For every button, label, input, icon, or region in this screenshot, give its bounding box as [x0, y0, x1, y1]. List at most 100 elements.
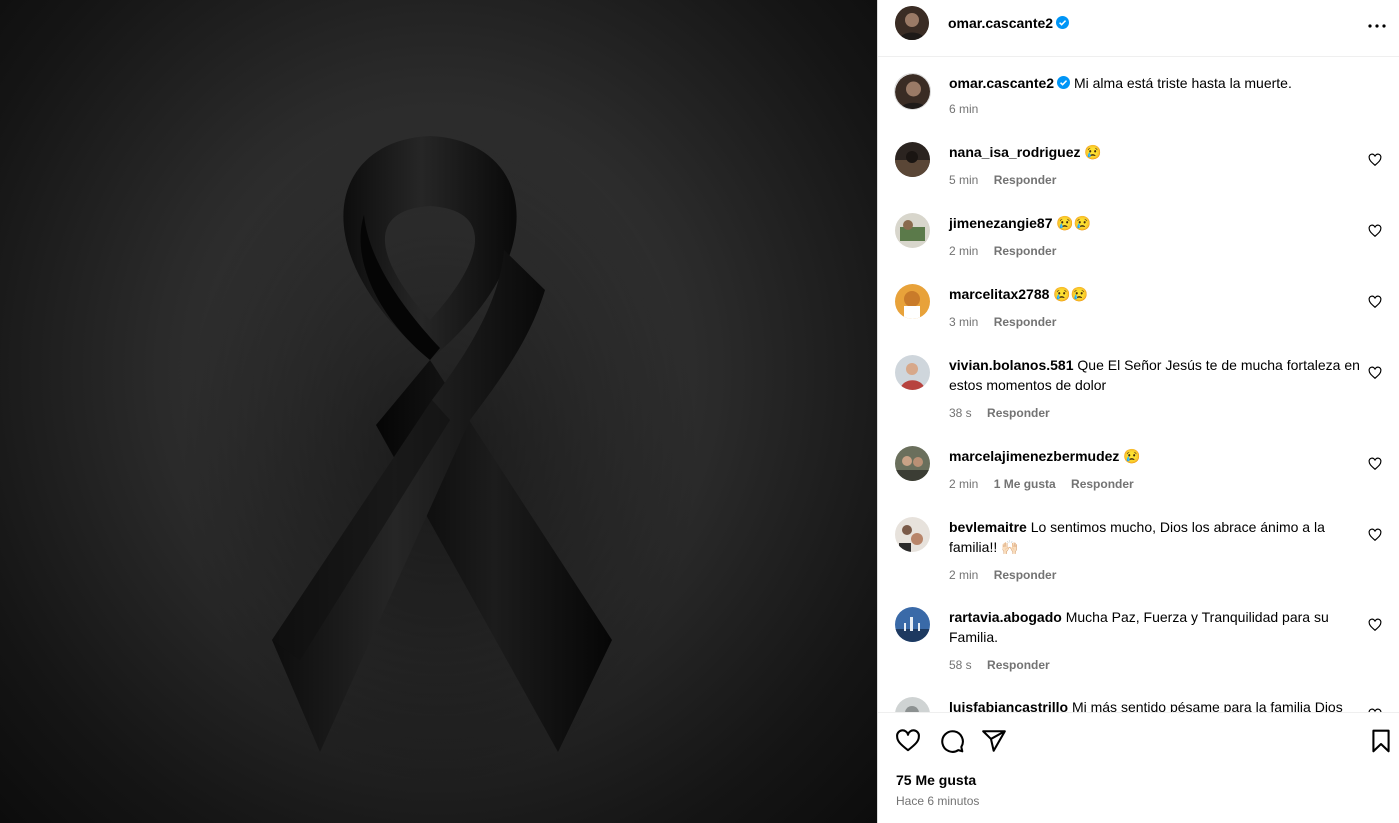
comment-username[interactable]: rartavia.abogado	[949, 609, 1062, 625]
comment-avatar[interactable]	[895, 446, 930, 481]
comment-meta: 5 min Responder	[949, 173, 1068, 187]
comment-avatar[interactable]	[895, 607, 930, 642]
verified-badge-icon	[1056, 16, 1070, 29]
comment-username[interactable]: luisfabiancastrillo	[949, 699, 1068, 712]
comment-body: marcelitax2788 😢😢	[949, 284, 1369, 304]
comment-avatar[interactable]	[895, 517, 930, 552]
caption-time: 6 min	[949, 102, 979, 116]
comment-text: 😢	[1084, 144, 1102, 160]
comment-avatar[interactable]	[895, 142, 930, 177]
reply-button[interactable]: Responder	[994, 244, 1057, 258]
avatar-photo-icon	[895, 284, 930, 319]
comment-username[interactable]: bevlemaitre	[949, 519, 1027, 535]
bookmark-icon[interactable]	[1368, 728, 1394, 754]
comment-item: rartavia.abogado Mucha Paz, Fuerza y Tra…	[878, 607, 1399, 687]
reply-button[interactable]: Responder	[1071, 477, 1134, 491]
post-timestamp[interactable]: Hace 6 minutos	[896, 794, 979, 808]
comment-username[interactable]: marcelajimenezbermudez	[949, 448, 1119, 464]
comment-time: 2 min	[949, 568, 979, 582]
author-avatar-icon	[895, 6, 929, 40]
comment-meta: 2 min Responder	[949, 244, 1068, 258]
comment-like-heart-icon[interactable]	[1368, 366, 1382, 380]
caption-meta: 6 min	[949, 102, 990, 116]
comment-username[interactable]: vivian.bolanos.581	[949, 357, 1074, 373]
post-image[interactable]	[0, 0, 877, 823]
comment-time: 3 min	[949, 315, 979, 329]
comment-body: nana_isa_rodriguez 😢	[949, 142, 1369, 162]
post-header: omar.cascante2	[878, 0, 1399, 57]
author-username[interactable]: omar.cascante2	[948, 15, 1070, 31]
verified-badge-icon	[1057, 76, 1071, 89]
comment-time: 58 s	[949, 658, 972, 672]
mourning-ribbon-image	[180, 110, 700, 790]
avatar-photo-icon	[895, 213, 930, 248]
comment-time: 2 min	[949, 477, 979, 491]
comment-body: luisfabiancastrillo Mi más sentido pésam…	[949, 697, 1369, 712]
comment-item: jimenezangie87 😢😢 2 min Responder	[878, 213, 1399, 273]
comment-meta: 58 s Responder	[949, 658, 1062, 672]
comment-icon[interactable]	[939, 728, 965, 754]
comment-meta: 2 min Responder	[949, 568, 1068, 582]
caption-text: Mi alma está triste hasta la muerte.	[1073, 75, 1292, 91]
comment-like-heart-icon[interactable]	[1368, 295, 1382, 309]
comment-avatar[interactable]	[895, 213, 930, 248]
caption-username[interactable]: omar.cascante2	[949, 75, 1054, 91]
author-avatar[interactable]	[895, 6, 929, 40]
comment-time: 38 s	[949, 406, 972, 420]
comments-list[interactable]: omar.cascante2 Mi alma está triste hasta…	[878, 57, 1399, 712]
avatar-photo-icon	[895, 142, 930, 177]
post-details-panel: omar.cascante2 omar.cascante2 Mi alma es…	[877, 0, 1399, 823]
comment-item: marcelitax2788 😢😢 3 min Responder	[878, 284, 1399, 344]
comment-avatar[interactable]	[895, 284, 930, 319]
reply-button[interactable]: Responder	[994, 315, 1057, 329]
avatar-photo-icon	[895, 607, 930, 642]
comment-item: luisfabiancastrillo Mi más sentido pésam…	[878, 697, 1399, 712]
caption-avatar[interactable]	[894, 73, 931, 110]
avatar-photo-icon	[895, 446, 930, 481]
post-actions-bar: 75 Me gusta Hace 6 minutos	[878, 712, 1399, 823]
reply-button[interactable]: Responder	[987, 406, 1050, 420]
reply-button[interactable]: Responder	[994, 173, 1057, 187]
comment-like-heart-icon[interactable]	[1368, 618, 1382, 632]
comment-body: marcelajimenezbermudez 😢	[949, 446, 1369, 466]
comment-like-heart-icon[interactable]	[1368, 457, 1382, 471]
share-icon[interactable]	[981, 728, 1007, 754]
post-caption: omar.cascante2 Mi alma está triste hasta…	[878, 71, 1399, 131]
comment-body: rartavia.abogado Mucha Paz, Fuerza y Tra…	[949, 607, 1369, 647]
comment-time: 2 min	[949, 244, 979, 258]
comment-meta: 2 min 1 Me gusta Responder	[949, 477, 1146, 491]
comment-like-heart-icon[interactable]	[1368, 153, 1382, 167]
comment-like-heart-icon[interactable]	[1368, 528, 1382, 542]
comment-body: vivian.bolanos.581 Que El Señor Jesús te…	[949, 355, 1369, 395]
comment-text: 😢	[1123, 448, 1141, 464]
comment-text: Mi más sentido pésame para la familia Di…	[1071, 699, 1343, 712]
comment-item: bevlemaitre Lo sentimos mucho, Dios los …	[878, 517, 1399, 597]
comment-username[interactable]: nana_isa_rodriguez	[949, 144, 1081, 160]
comment-meta: 38 s Responder	[949, 406, 1062, 420]
author-username-text[interactable]: omar.cascante2	[948, 15, 1053, 31]
comment-meta: 3 min Responder	[949, 315, 1068, 329]
comment-item: nana_isa_rodriguez 😢 5 min Responder	[878, 142, 1399, 202]
comment-like-heart-icon[interactable]	[1368, 224, 1382, 238]
comment-avatar[interactable]	[895, 355, 930, 390]
comment-likes-count[interactable]: 1 Me gusta	[994, 477, 1056, 491]
comment-body: bevlemaitre Lo sentimos mucho, Dios los …	[949, 517, 1369, 557]
avatar-photo-icon	[895, 517, 930, 552]
comment-text: 😢😢	[1056, 215, 1092, 231]
comment-text: 😢😢	[1053, 286, 1089, 302]
comment-item: vivian.bolanos.581 Que El Señor Jesús te…	[878, 355, 1399, 435]
comment-item: marcelajimenezbermudez 😢 2 min 1 Me gust…	[878, 446, 1399, 506]
caption-body: omar.cascante2 Mi alma está triste hasta…	[949, 73, 1369, 93]
more-options-icon[interactable]	[1365, 14, 1389, 38]
avatar-photo-icon	[895, 697, 930, 712]
likes-count[interactable]: 75 Me gusta	[896, 772, 976, 788]
reply-button[interactable]: Responder	[987, 658, 1050, 672]
comment-username[interactable]: jimenezangie87	[949, 215, 1053, 231]
avatar-photo-icon	[895, 355, 930, 390]
comment-body: jimenezangie87 😢😢	[949, 213, 1369, 233]
heart-icon[interactable]	[895, 728, 921, 754]
reply-button[interactable]: Responder	[994, 568, 1057, 582]
comment-username[interactable]: marcelitax2788	[949, 286, 1049, 302]
comment-time: 5 min	[949, 173, 979, 187]
comment-avatar[interactable]	[895, 697, 930, 712]
